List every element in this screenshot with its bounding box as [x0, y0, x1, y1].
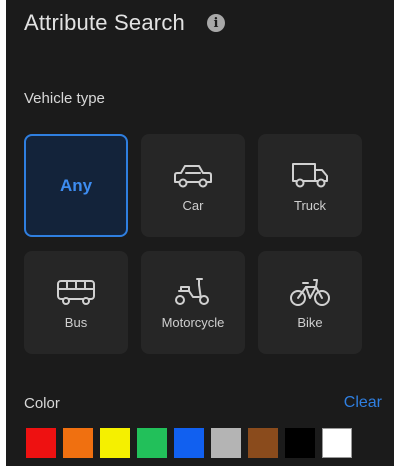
vehicle-option-any[interactable]: Any: [24, 134, 128, 237]
swatch-brown[interactable]: [248, 428, 278, 458]
panel-title: Attribute Search: [24, 10, 185, 35]
swatch-orange[interactable]: [63, 428, 93, 458]
vehicle-option-label: Car: [182, 198, 204, 213]
info-icon[interactable]: i: [206, 14, 225, 32]
vehicle-option-label: Bike: [297, 315, 323, 330]
vehicle-option-motorcycle[interactable]: Motorcycle: [141, 251, 245, 354]
vehicle-option-truck[interactable]: Truck: [258, 134, 362, 237]
vehicle-option-label: Truck: [293, 198, 327, 213]
swatch-red[interactable]: [26, 428, 56, 458]
swatch-black[interactable]: [285, 428, 315, 458]
vehicle-option-bus[interactable]: Bus: [24, 251, 128, 354]
truck-icon: [292, 163, 328, 188]
car-icon: [174, 165, 212, 188]
bike-icon: [290, 279, 330, 306]
color-label: Color: [24, 395, 60, 412]
vehicle-option-bike[interactable]: Bike: [258, 251, 362, 354]
vehicle-option-label: Motorcycle: [161, 315, 225, 330]
attribute-search-panel: Attribute Search i Vehicle type Any Car …: [6, 0, 394, 466]
swatch-blue[interactable]: [174, 428, 204, 458]
vehicle-type-label: Vehicle type: [24, 90, 105, 107]
header: Attribute Search i: [24, 10, 225, 36]
motorcycle-icon: [175, 278, 209, 305]
swatch-yellow[interactable]: [100, 428, 130, 458]
swatch-gray[interactable]: [211, 428, 241, 458]
swatch-green[interactable]: [137, 428, 167, 458]
clear-color-button[interactable]: Clear: [344, 394, 382, 412]
bus-icon: [57, 280, 95, 305]
swatch-white[interactable]: [322, 428, 352, 458]
vehicle-option-car[interactable]: Car: [141, 134, 245, 237]
color-swatches: [26, 428, 352, 458]
vehicle-option-label: Any: [59, 175, 93, 195]
vehicle-option-label: Bus: [64, 315, 88, 330]
